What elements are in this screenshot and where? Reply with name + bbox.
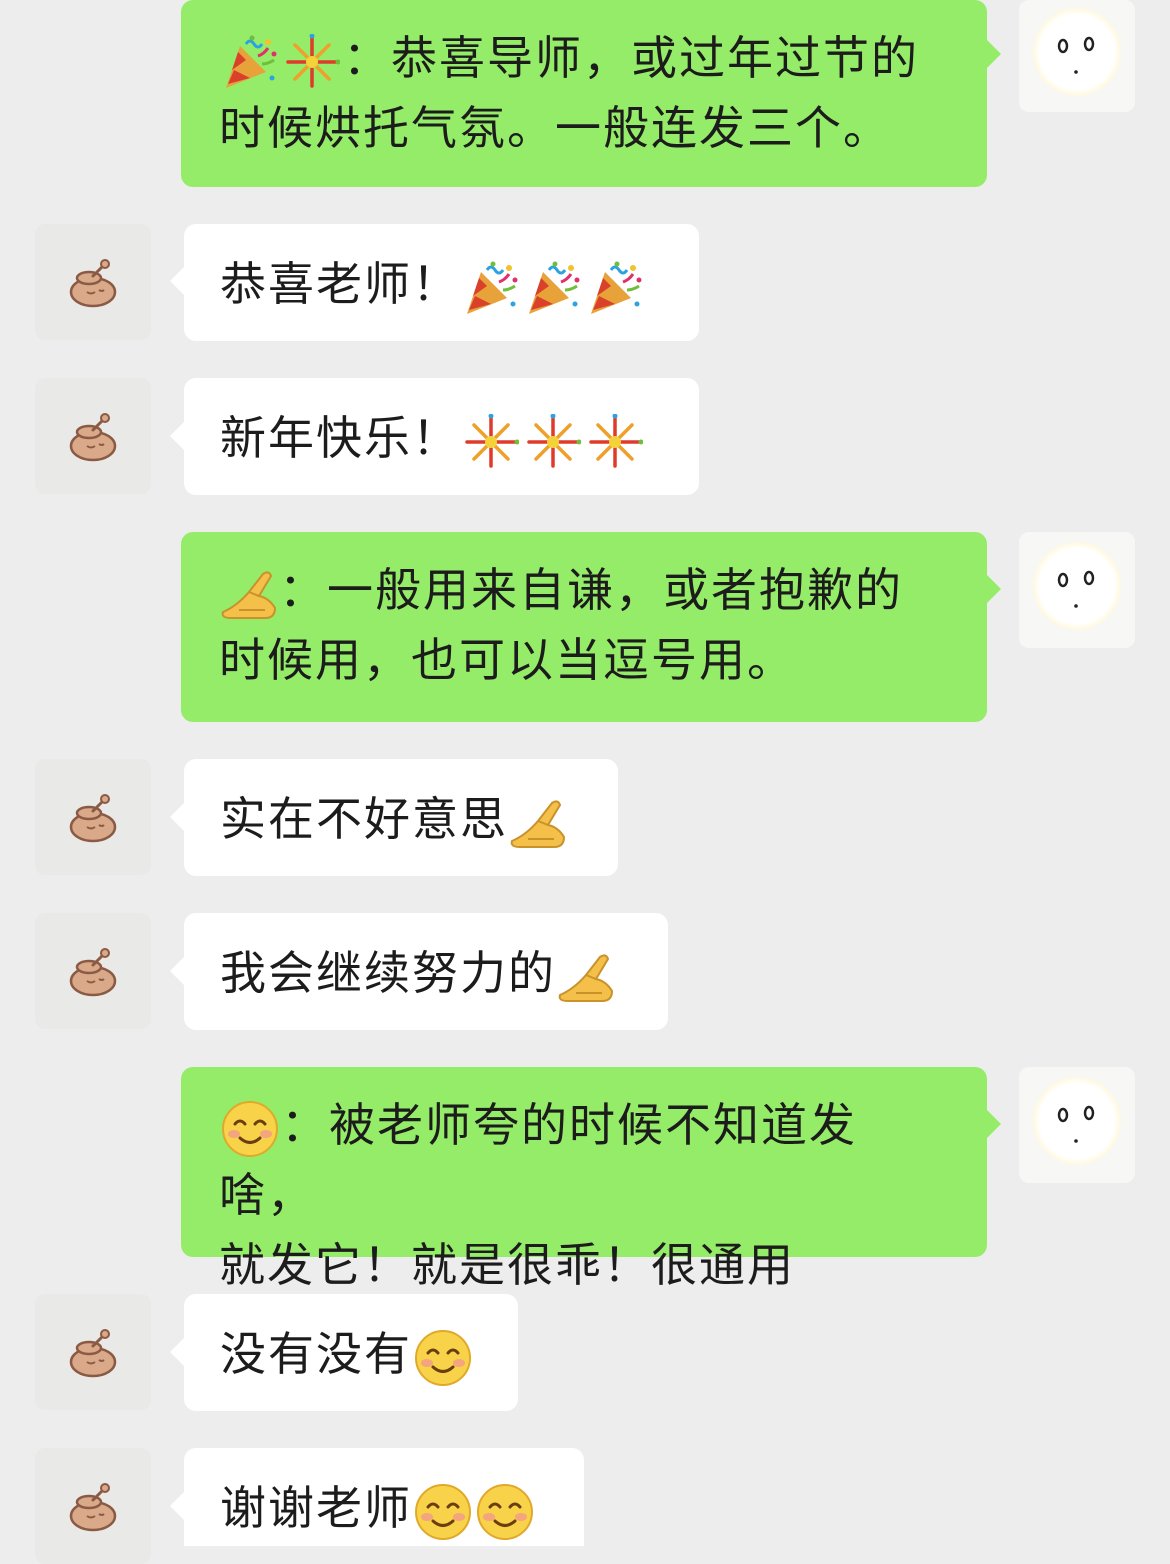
bubble-tail	[170, 422, 184, 450]
message-line: 时候用，也可以当逗号用。	[219, 625, 949, 695]
message-text: 谢谢老师	[220, 1481, 412, 1535]
bubble-tail	[170, 1492, 184, 1520]
message-bubble[interactable]: ：被老师夸的时候不知道发啥， 就发它！就是很乖！很通用	[181, 1067, 987, 1292]
bubble-tail	[170, 1338, 184, 1366]
bow-hand-icon	[556, 949, 616, 1005]
fireworks-icon	[463, 414, 519, 470]
bow-hand-icon	[219, 566, 279, 622]
message-bubble[interactable]: 新年快乐！	[184, 378, 699, 495]
moon-face-icon	[1033, 1077, 1121, 1165]
rock-character-icon	[63, 787, 123, 847]
message-bubble[interactable]: 没有没有	[184, 1294, 518, 1411]
bubble-tail	[987, 40, 1001, 68]
rock-character-icon	[63, 406, 123, 466]
bubble-tail	[170, 267, 184, 295]
bubble-tail	[987, 1110, 1001, 1138]
message-line: 时候烘托气氛。一般连发三个。	[219, 93, 949, 163]
message-text: 时候烘托气氛。一般连发三个。	[219, 101, 891, 155]
fireworks-icon	[525, 414, 581, 470]
message-text: ：一般用来自谦，或者抱歉的	[279, 563, 903, 617]
party-popper-icon	[463, 260, 519, 316]
message-line: ：被老师夸的时候不知道发啥，	[219, 1090, 949, 1230]
fireworks-icon	[284, 34, 340, 90]
bubble-tail	[170, 803, 184, 831]
fireworks-icon	[587, 414, 643, 470]
moon-face-icon	[1033, 542, 1121, 630]
rock-character-icon	[63, 1322, 123, 1382]
avatar[interactable]	[35, 913, 151, 1029]
party-popper-icon	[587, 260, 643, 316]
smile-icon	[221, 1100, 279, 1158]
bow-hand-icon	[508, 795, 568, 851]
message-text: ：被老师夸的时候不知道发啥，	[219, 1098, 857, 1222]
message-text: 没有没有	[220, 1327, 412, 1381]
message-text: 新年快乐！	[220, 411, 460, 465]
message-text: 就发它！就是很乖！很通用	[219, 1238, 795, 1292]
message-bubble[interactable]: ：恭喜导师，或过年过节的 时候烘托气氛。一般连发三个。	[181, 0, 987, 187]
avatar[interactable]	[35, 224, 151, 340]
avatar[interactable]	[35, 1294, 151, 1410]
avatar[interactable]	[1019, 532, 1135, 648]
message-line: 就发它！就是很乖！很通用	[219, 1230, 949, 1300]
smile-icon	[414, 1483, 472, 1541]
message-bubble[interactable]: 我会继续努力的	[184, 913, 668, 1030]
smile-icon	[476, 1483, 534, 1541]
smile-icon	[414, 1329, 472, 1387]
avatar[interactable]	[35, 378, 151, 494]
message-bubble[interactable]: 实在不好意思	[184, 759, 618, 876]
rock-character-icon	[63, 941, 123, 1001]
avatar[interactable]	[35, 759, 151, 875]
message-bubble[interactable]: 谢谢老师	[184, 1448, 584, 1546]
bubble-tail	[170, 957, 184, 985]
message-text: 我会继续努力的	[220, 946, 556, 1000]
message-text: 实在不好意思	[220, 792, 508, 846]
avatar[interactable]	[1019, 1067, 1135, 1183]
message-text: 恭喜老师！	[220, 257, 460, 311]
party-popper-icon	[525, 260, 581, 316]
avatar[interactable]	[35, 1448, 151, 1564]
moon-face-icon	[1033, 8, 1121, 96]
bubble-tail	[987, 575, 1001, 603]
message-line: ：一般用来自谦，或者抱歉的	[219, 555, 949, 625]
message-bubble[interactable]: ：一般用来自谦，或者抱歉的 时候用，也可以当逗号用。	[181, 532, 987, 722]
avatar[interactable]	[1019, 0, 1135, 112]
message-text: ：恭喜导师，或过年过节的	[343, 31, 919, 85]
party-popper-icon	[222, 34, 278, 90]
message-bubble[interactable]: 恭喜老师！	[184, 224, 699, 341]
message-text: 时候用，也可以当逗号用。	[219, 633, 795, 687]
rock-character-icon	[63, 1476, 123, 1536]
rock-character-icon	[63, 252, 123, 312]
message-line: ：恭喜导师，或过年过节的	[219, 23, 949, 93]
